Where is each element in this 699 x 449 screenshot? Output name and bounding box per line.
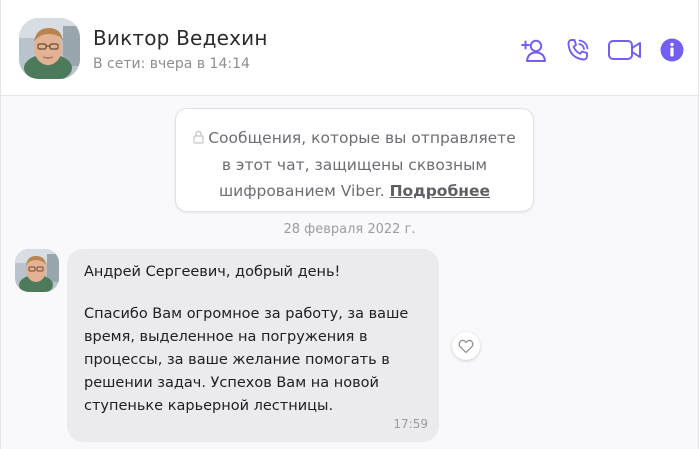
contact-status: В сети: вчера в 14:14 (93, 56, 250, 72)
lock-icon (193, 126, 204, 152)
video-camera-icon (608, 40, 641, 60)
message-greeting: Андрей Сергеевич, добрый день! (84, 264, 341, 280)
contact-avatar[interactable] (19, 18, 80, 79)
contact-name[interactable]: Виктор Ведехин (93, 26, 268, 50)
chat-window: Виктор Ведехин В сети: вчера в 14:14 Соо… (0, 0, 699, 449)
info-icon (660, 38, 684, 62)
add-participant-button[interactable] (518, 34, 550, 66)
video-call-button[interactable] (606, 34, 644, 66)
chat-header: Виктор Ведехин В сети: вчера в 14:14 (1, 0, 698, 96)
like-button[interactable] (452, 332, 480, 360)
learn-more-link[interactable]: Подробнее (390, 182, 490, 200)
sender-avatar[interactable] (15, 249, 59, 292)
encryption-notice: Сообщения, которые вы отправляете в этот… (175, 108, 534, 212)
chat-info-button[interactable] (656, 34, 688, 66)
message-bubble[interactable]: Андрей Сергеевич, добрый день! Спасибо В… (67, 249, 439, 442)
heart-icon (458, 339, 474, 353)
message-list[interactable]: Сообщения, которые вы отправляете в этот… (1, 96, 698, 449)
phone-icon (567, 39, 589, 61)
message-text: Спасибо Вам огромное за работу, за ваше … (84, 306, 409, 414)
voice-call-button[interactable] (562, 34, 594, 66)
header-actions (506, 34, 688, 66)
avatar-photo (19, 18, 80, 79)
avatar-photo (15, 249, 59, 292)
message-time: 17:59 (393, 417, 428, 431)
date-separator: 28 февраля 2022 г. (283, 222, 416, 237)
add-user-icon (521, 39, 546, 62)
